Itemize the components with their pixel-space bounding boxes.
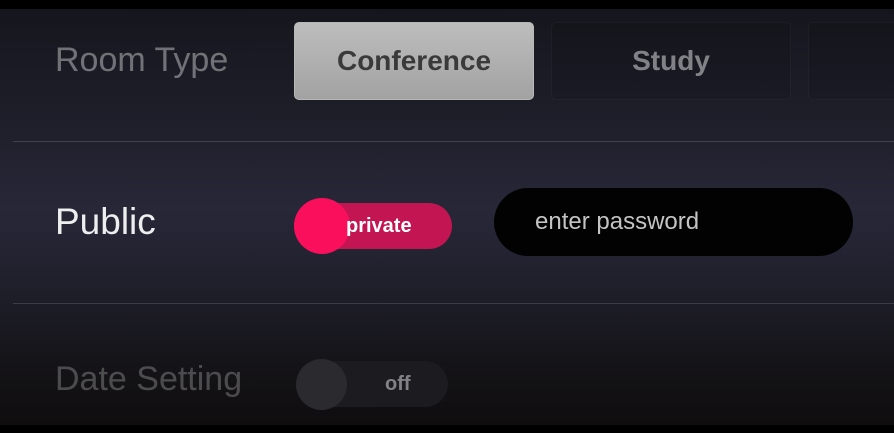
date-setting-toggle[interactable]: off — [296, 359, 448, 410]
room-type-label: Room Type — [55, 41, 229, 79]
room-type-row: Room Type Conference Study — [0, 9, 894, 141]
date-setting-label: Date Setting — [55, 360, 243, 398]
room-settings-panel: Room Type Conference Study Public privat… — [0, 9, 894, 425]
room-type-study-label: Study — [632, 45, 710, 76]
toggle-knob — [296, 359, 347, 410]
public-private-toggle[interactable]: private — [294, 198, 452, 254]
room-type-study-button[interactable]: Study — [551, 22, 791, 100]
date-setting-row: Date Setting off — [0, 305, 894, 425]
room-type-third-button[interactable] — [808, 22, 894, 100]
password-input[interactable] — [494, 188, 853, 256]
room-type-conference-button[interactable]: Conference — [294, 22, 534, 100]
toggle-state-label: private — [346, 215, 412, 237]
toggle-knob — [294, 198, 350, 254]
public-row: Public private — [0, 143, 894, 303]
toggle-state-label: off — [385, 373, 411, 395]
divider — [13, 141, 894, 142]
divider — [13, 303, 894, 304]
public-label: Public — [55, 201, 156, 242]
room-type-conference-label: Conference — [336, 45, 492, 76]
